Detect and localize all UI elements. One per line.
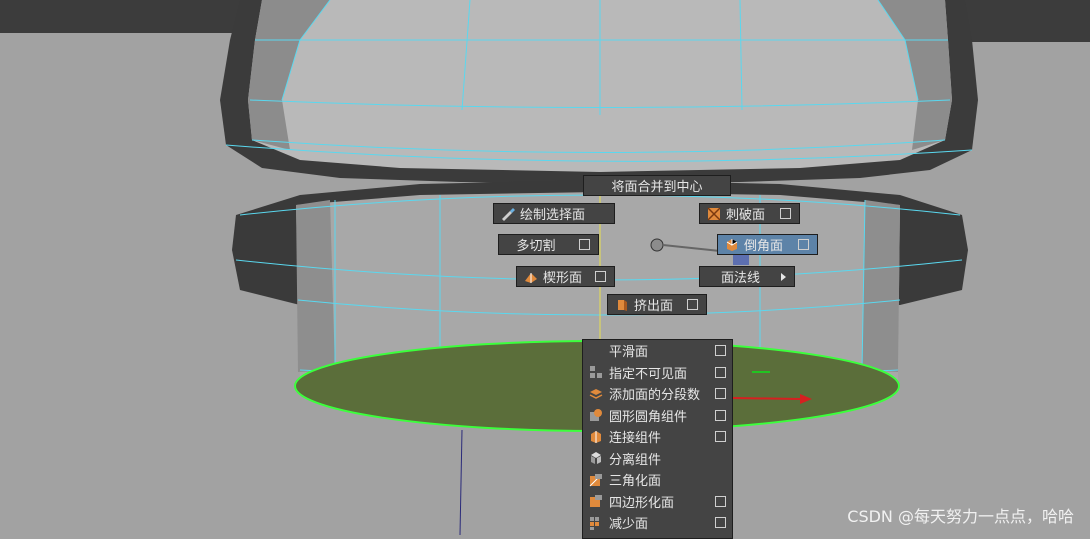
x-axis-handle[interactable] [732, 397, 801, 400]
marking-menu-item-south-east[interactable]: 面法线 [699, 266, 795, 287]
bevel-icon [726, 238, 738, 251]
option-box-icon[interactable] [595, 271, 606, 282]
menu-item-label: 减少面 [609, 517, 649, 532]
option-box-icon[interactable] [715, 388, 726, 399]
marking-menu-item-south-west[interactable]: 楔形面 [516, 266, 615, 287]
marking-menu-label: 楔形面 [543, 271, 583, 286]
marking-menu-item-north-west[interactable]: 绘制选择面 [493, 203, 615, 224]
marking-menu-item-north-east[interactable]: 刺破面 [699, 203, 800, 224]
menu-item-label: 四边形化面 [609, 495, 675, 511]
reduce-icon [590, 516, 599, 530]
menu-item-smooth[interactable]: 平滑面 [583, 340, 732, 361]
menu-item-detach[interactable]: 分离组件 [583, 448, 732, 469]
menu-item-quadrangulate[interactable]: 四边形化面 [583, 491, 732, 512]
menu-item-add-divisions[interactable]: 添加面的分段数 [583, 383, 732, 404]
extrude-icon [618, 299, 627, 311]
poke-face-icon [707, 206, 721, 221]
marking-menu-item-west[interactable]: 多切割 [498, 234, 599, 255]
blank-icon [589, 344, 603, 358]
marking-menu-label: 多切割 [516, 239, 556, 254]
marking-menu-label: 刺破面 [726, 208, 766, 223]
option-box-icon[interactable] [780, 208, 791, 219]
menu-item-circularize[interactable]: 圆形圆角组件 [583, 405, 732, 426]
marking-menu-item-north[interactable]: 将面合并到中心 [583, 175, 731, 196]
marking-menu-item-south[interactable]: 挤出面 [607, 294, 707, 315]
watermark: CSDN @每天努力一点点，哈哈 [847, 507, 1074, 526]
circularize-icon [590, 409, 602, 421]
marking-menu-item-east[interactable]: 倒角面 [717, 234, 818, 255]
menu-item-label: 平滑面 [609, 345, 649, 360]
menu-item-triangulate[interactable]: 三角化面 [583, 469, 732, 490]
menu-item-label: 分离组件 [609, 452, 662, 468]
paint-select-icon [502, 207, 515, 221]
connect-icon [591, 430, 601, 443]
option-box-icon[interactable] [687, 299, 698, 310]
menu-item-connect[interactable]: 连接组件 [583, 426, 732, 447]
detach-icon [591, 452, 601, 464]
marking-menu-label: 面法线 [720, 271, 760, 286]
menu-item-label: 添加面的分段数 [609, 388, 701, 403]
menu-item-label: 指定不可见面 [609, 366, 688, 382]
invisible-faces-icon [590, 366, 602, 378]
wedge-icon [525, 272, 537, 283]
marking-menu-label: 倒角面 [744, 239, 784, 254]
option-box-icon[interactable] [715, 366, 726, 378]
option-box-icon[interactable] [715, 409, 726, 421]
option-box-icon[interactable] [715, 431, 726, 442]
option-box-icon[interactable] [579, 239, 590, 250]
menu-item-label: 三角化面 [609, 474, 662, 489]
menu-item-label: 圆形圆角组件 [609, 409, 688, 425]
marking-menu-label: 将面合并到中心 [611, 180, 703, 195]
triangulate-icon [589, 473, 602, 486]
add-divisions-icon [589, 388, 603, 399]
menu-item-reduce[interactable]: 减少面 [583, 512, 732, 533]
option-box-icon[interactable] [715, 345, 726, 356]
overflow-menu: 平滑面 指定不可见面 添加面的分段数 圆形圆角组件 连接组件 分离组件 三角化面… [582, 339, 733, 539]
marking-menu-label: 挤出面 [634, 299, 674, 314]
marking-menu-center [650, 238, 664, 252]
menu-item-assign-invisible[interactable]: 指定不可见面 [583, 362, 732, 383]
marking-menu-label: 绘制选择面 [520, 208, 586, 223]
option-box-icon[interactable] [715, 517, 726, 528]
option-box-icon[interactable] [715, 495, 726, 507]
submenu-arrow-icon [781, 272, 786, 281]
option-box-icon[interactable] [798, 239, 809, 250]
quadrangulate-icon [590, 495, 602, 507]
menu-item-label: 连接组件 [609, 431, 662, 446]
